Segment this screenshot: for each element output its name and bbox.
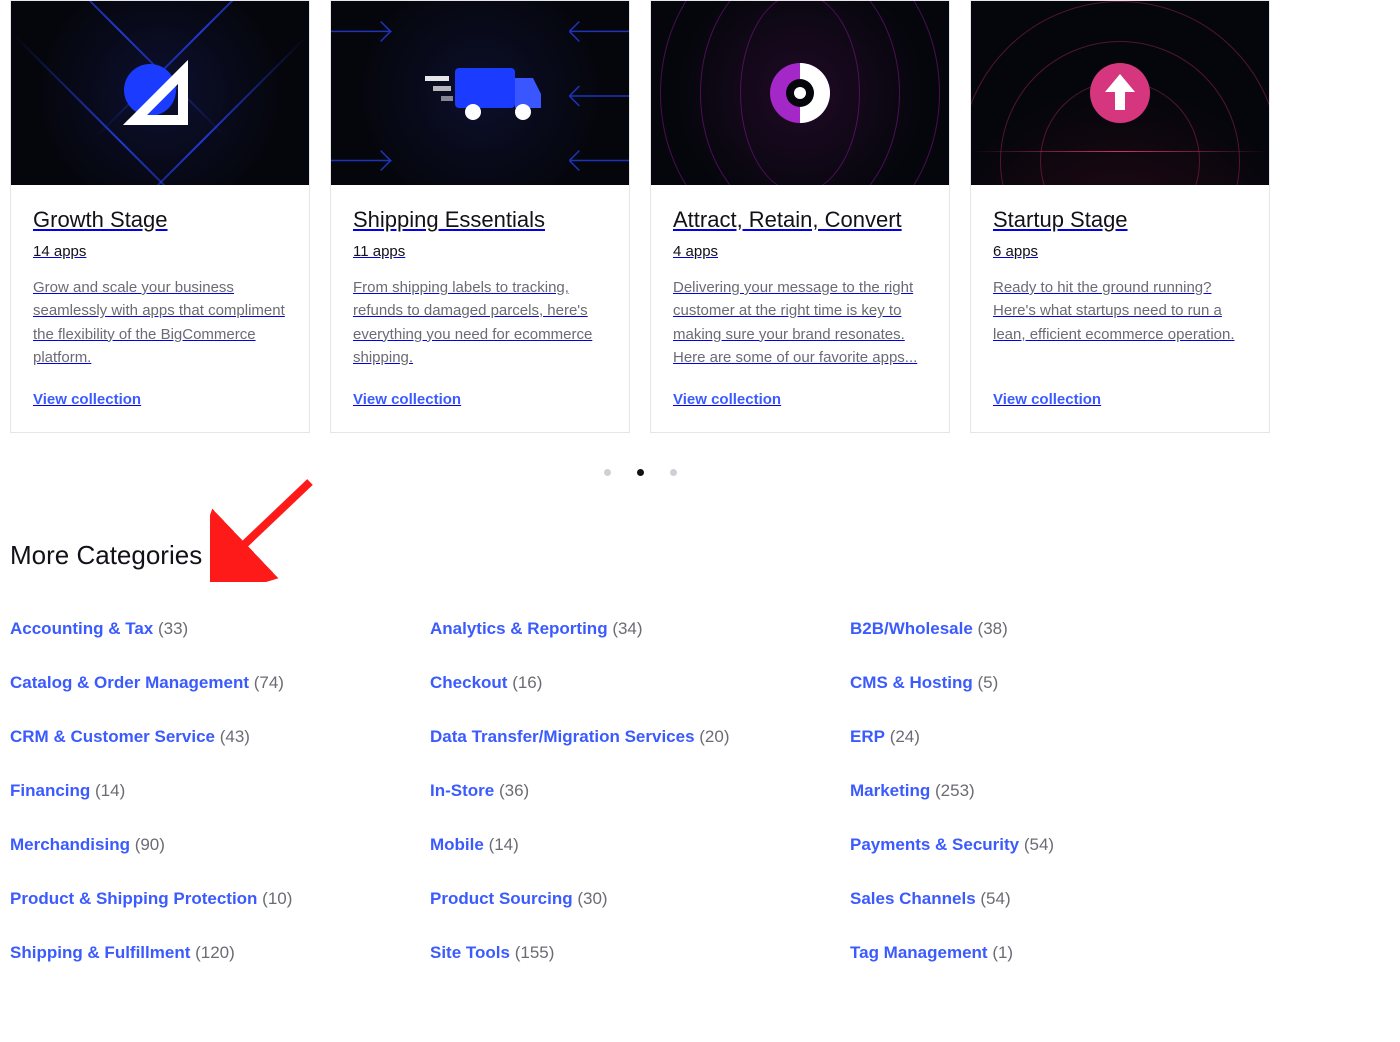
category-count: (33)	[153, 619, 188, 638]
category-count: (14)	[90, 781, 125, 800]
category-link[interactable]: Merchandising	[10, 835, 130, 854]
category-link[interactable]: Product Sourcing	[430, 889, 573, 908]
card-apps-count: 14 apps	[33, 243, 287, 260]
category-item: In-Store (36)	[430, 781, 850, 801]
category-link[interactable]: Tag Management	[850, 943, 988, 962]
category-count: (54)	[976, 889, 1011, 908]
carousel-dot-3[interactable]	[670, 469, 677, 476]
category-count: (43)	[215, 727, 250, 746]
category-link[interactable]: CRM & Customer Service	[10, 727, 215, 746]
category-item: Product & Shipping Protection (10)	[10, 889, 430, 909]
card-description: Ready to hit the ground running? Here's …	[993, 276, 1247, 369]
category-link[interactable]: Analytics & Reporting	[430, 619, 608, 638]
category-item: Marketing (253)	[850, 781, 1270, 801]
category-link[interactable]: Financing	[10, 781, 90, 800]
category-item: Checkout (16)	[430, 673, 850, 693]
category-item: Sales Channels (54)	[850, 889, 1270, 909]
view-collection-link[interactable]: View collection	[993, 391, 1247, 408]
view-collection-link[interactable]: View collection	[353, 391, 607, 408]
category-count: (24)	[885, 727, 920, 746]
category-item: Shipping & Fulfillment (120)	[10, 943, 430, 963]
category-link[interactable]: Shipping & Fulfillment	[10, 943, 190, 962]
category-link[interactable]: B2B/Wholesale	[850, 619, 973, 638]
card-description: Delivering your message to the right cus…	[673, 276, 927, 369]
category-link[interactable]: Product & Shipping Protection	[10, 889, 257, 908]
category-count: (10)	[257, 889, 292, 908]
card-apps-count: 4 apps	[673, 243, 927, 260]
category-link[interactable]: Site Tools	[430, 943, 510, 962]
collection-card-growth[interactable]: Growth Stage 14 apps Grow and scale your…	[10, 0, 310, 433]
category-link[interactable]: Mobile	[430, 835, 484, 854]
category-link[interactable]: Sales Channels	[850, 889, 976, 908]
category-item: ERP (24)	[850, 727, 1270, 747]
collection-card-startup[interactable]: Startup Stage 6 apps Ready to hit the gr…	[970, 0, 1270, 433]
category-item: Mobile (14)	[430, 835, 850, 855]
category-count: (5)	[973, 673, 999, 692]
category-item: CMS & Hosting (5)	[850, 673, 1270, 693]
category-count: (54)	[1019, 835, 1054, 854]
shipping-essentials-illustration	[331, 1, 629, 185]
collection-card-attract[interactable]: Attract, Retain, Convert 4 apps Deliveri…	[650, 0, 950, 433]
category-count: (16)	[507, 673, 542, 692]
category-item: Payments & Security (54)	[850, 835, 1270, 855]
category-item: Financing (14)	[10, 781, 430, 801]
attract-retain-convert-illustration	[651, 1, 949, 185]
category-item: Data Transfer/Migration Services (20)	[430, 727, 850, 747]
category-count: (155)	[510, 943, 554, 962]
category-item: Site Tools (155)	[430, 943, 850, 963]
category-count: (253)	[930, 781, 974, 800]
category-item: Analytics & Reporting (34)	[430, 619, 850, 639]
collection-cards-row: Growth Stage 14 apps Grow and scale your…	[10, 0, 1270, 433]
card-description: Grow and scale your business seamlessly …	[33, 276, 287, 369]
carousel-pagination	[10, 469, 1270, 476]
view-collection-link[interactable]: View collection	[673, 391, 927, 408]
category-count: (30)	[573, 889, 608, 908]
category-count: (14)	[484, 835, 519, 854]
card-apps-count: 6 apps	[993, 243, 1247, 260]
more-categories-heading: More Categories	[10, 540, 1270, 571]
category-item: Merchandising (90)	[10, 835, 430, 855]
collection-card-shipping[interactable]: Shipping Essentials 11 apps From shippin…	[330, 0, 630, 433]
category-link[interactable]: Accounting & Tax	[10, 619, 153, 638]
category-item: Accounting & Tax (33)	[10, 619, 430, 639]
card-apps-count: 11 apps	[353, 243, 607, 260]
category-item: Catalog & Order Management (74)	[10, 673, 430, 693]
card-description: From shipping labels to tracking, refund…	[353, 276, 607, 369]
category-count: (90)	[130, 835, 165, 854]
card-title: Growth Stage	[33, 207, 287, 233]
category-link[interactable]: Marketing	[850, 781, 930, 800]
category-count: (74)	[249, 673, 284, 692]
category-item: Product Sourcing (30)	[430, 889, 850, 909]
category-count: (36)	[494, 781, 529, 800]
card-title: Startup Stage	[993, 207, 1247, 233]
categories-grid: Accounting & Tax (33)Analytics & Reporti…	[10, 619, 1270, 963]
category-link[interactable]: ERP	[850, 727, 885, 746]
category-count: (34)	[608, 619, 643, 638]
view-collection-link[interactable]: View collection	[33, 391, 287, 408]
category-count: (20)	[695, 727, 730, 746]
category-count: (120)	[190, 943, 234, 962]
category-count: (38)	[973, 619, 1008, 638]
card-title: Shipping Essentials	[353, 207, 607, 233]
growth-stage-illustration	[11, 1, 309, 185]
category-link[interactable]: In-Store	[430, 781, 494, 800]
carousel-dot-2[interactable]	[637, 469, 644, 476]
carousel-dot-1[interactable]	[604, 469, 611, 476]
category-item: B2B/Wholesale (38)	[850, 619, 1270, 639]
card-title: Attract, Retain, Convert	[673, 207, 927, 233]
more-categories-section: More Categories Accounting & Tax (33)Ana…	[10, 540, 1270, 963]
startup-stage-illustration	[971, 1, 1269, 185]
category-count: (1)	[988, 943, 1014, 962]
category-link[interactable]: Checkout	[430, 673, 507, 692]
category-link[interactable]: Payments & Security	[850, 835, 1019, 854]
category-item: Tag Management (1)	[850, 943, 1270, 963]
category-link[interactable]: Data Transfer/Migration Services	[430, 727, 695, 746]
category-link[interactable]: CMS & Hosting	[850, 673, 973, 692]
category-link[interactable]: Catalog & Order Management	[10, 673, 249, 692]
category-item: CRM & Customer Service (43)	[10, 727, 430, 747]
